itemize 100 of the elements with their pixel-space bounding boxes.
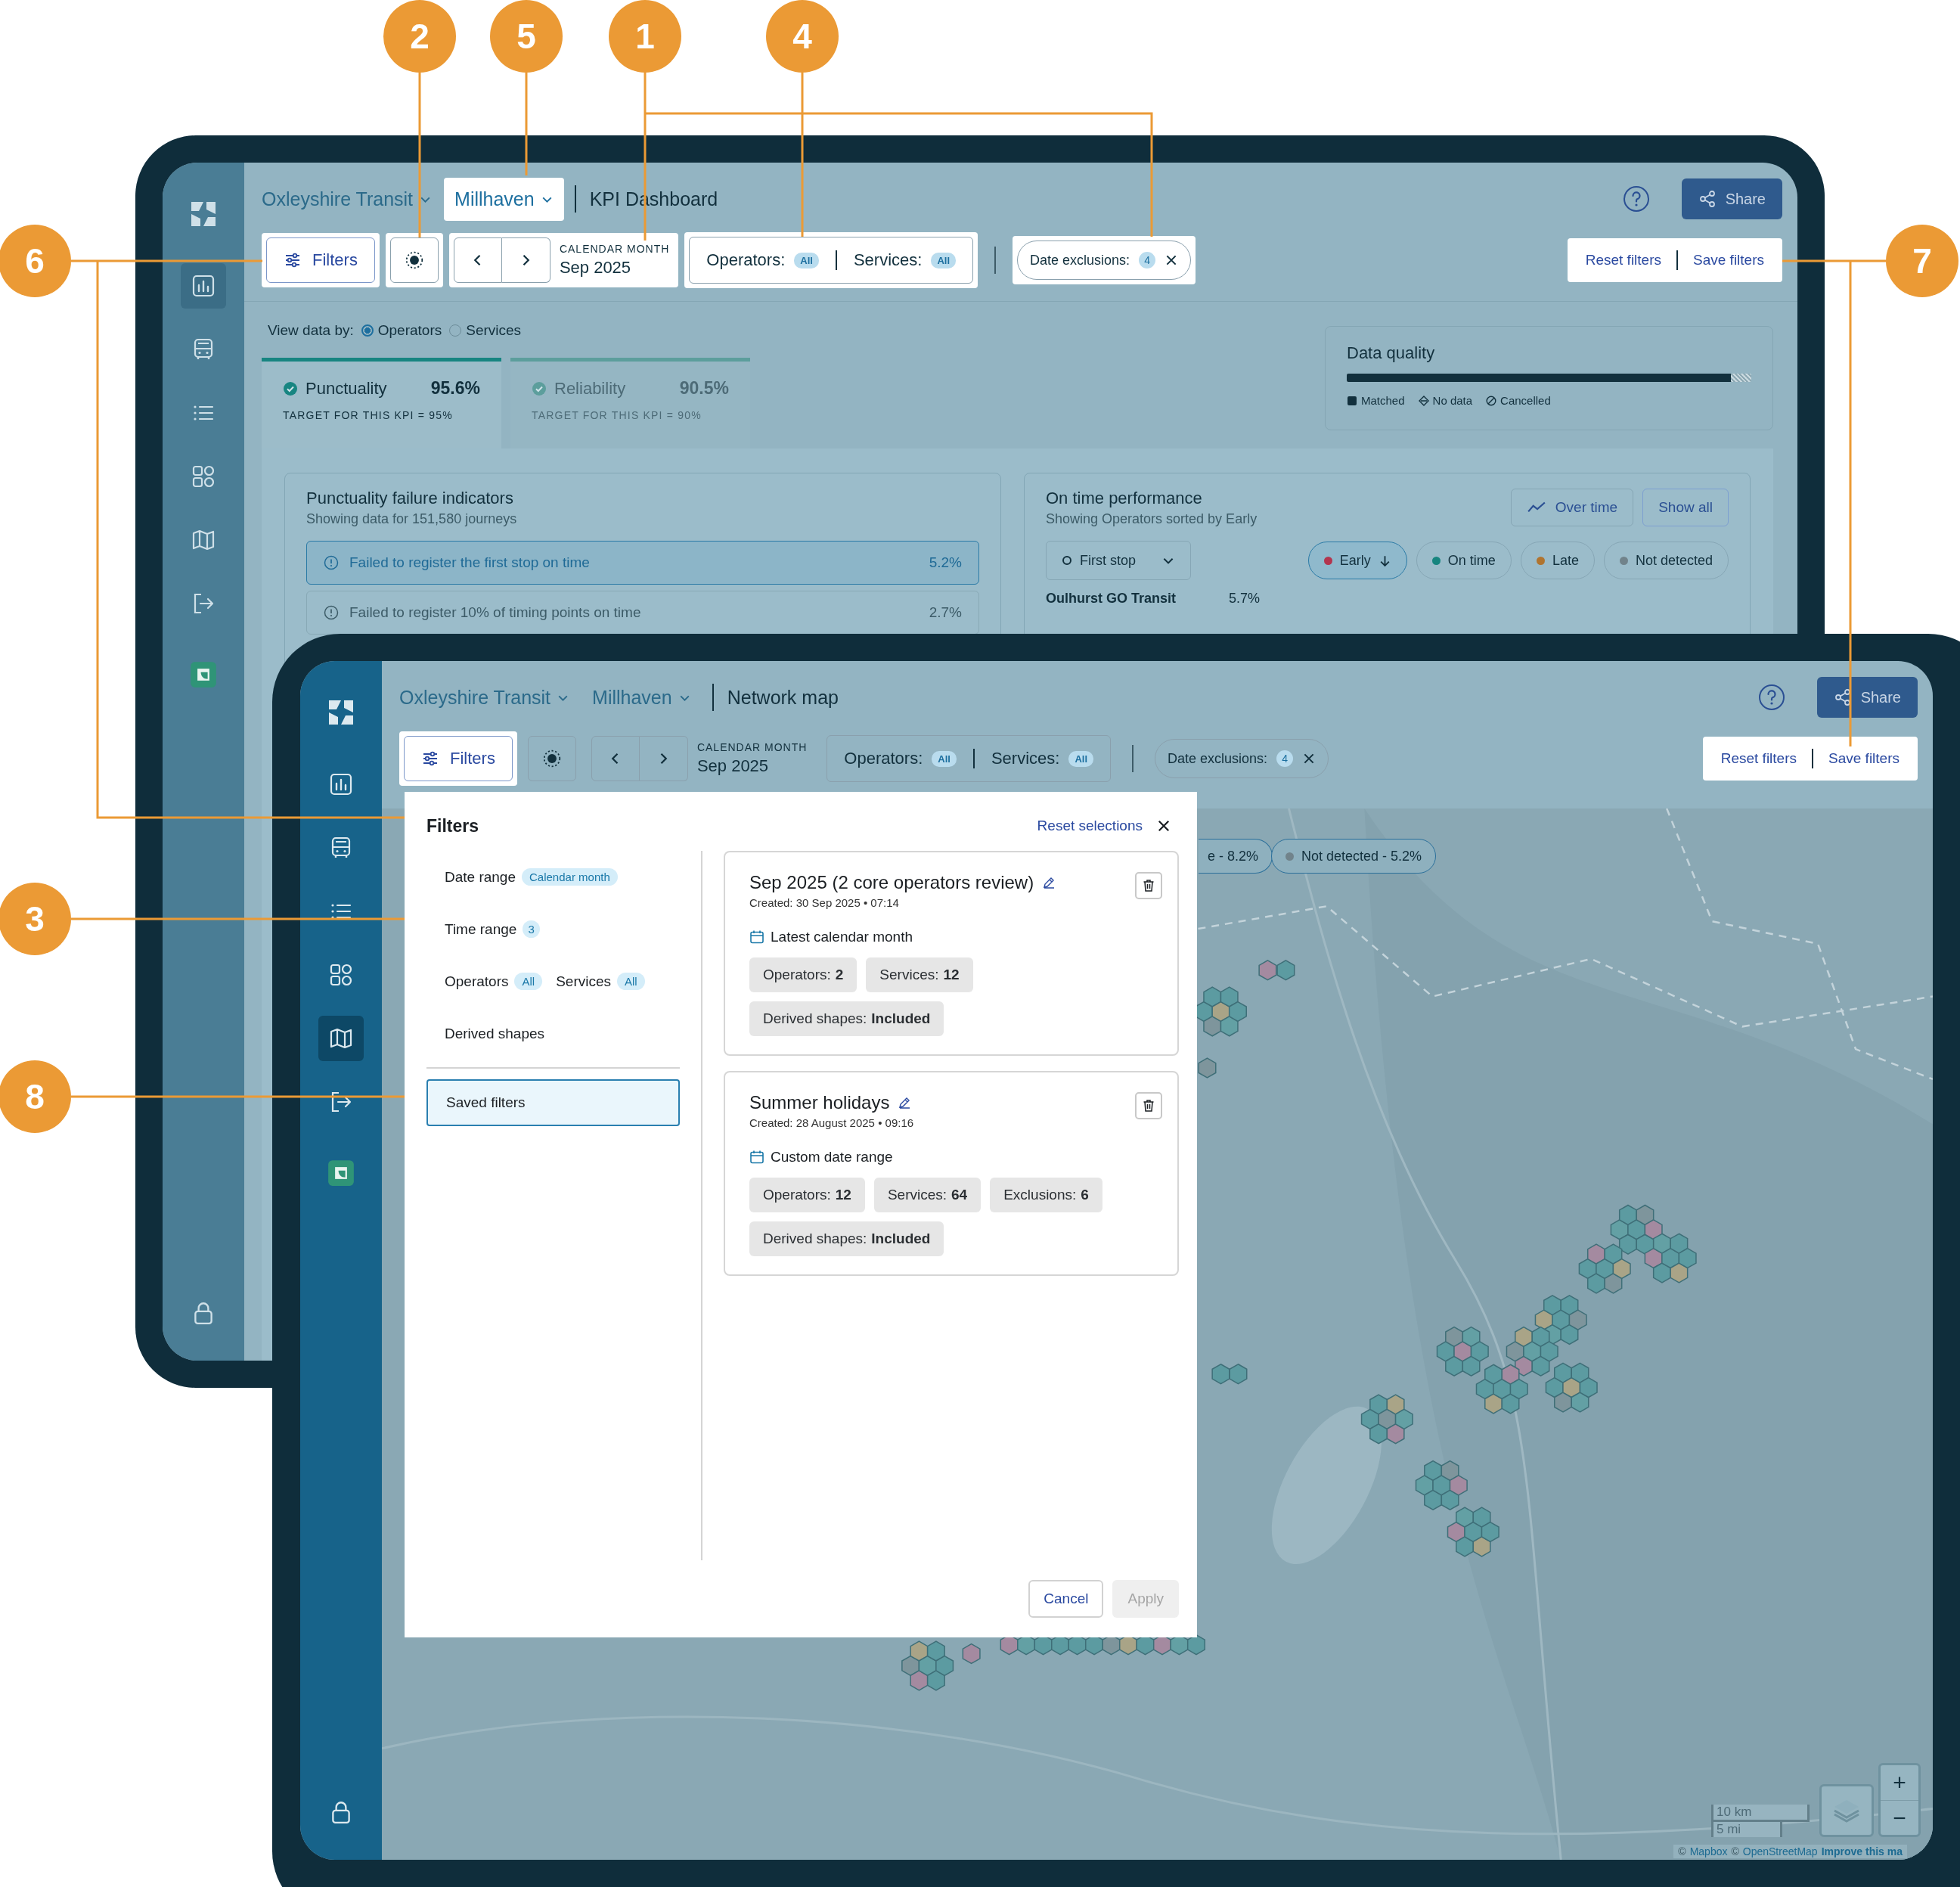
show-all-button[interactable]: Show all [1642, 489, 1729, 526]
operators-badge: All [932, 750, 957, 767]
check-circle-icon [283, 380, 298, 396]
reset-filters-link[interactable]: Reset filters [1577, 246, 1669, 275]
save-filters-link[interactable]: Save filters [1686, 246, 1772, 275]
services-badge: All [931, 252, 957, 268]
callout-badge: 5 [490, 0, 563, 73]
period-value: Sep 2025 [696, 756, 770, 776]
filter-tag: Services: 12 [866, 957, 973, 992]
filter-nav-item[interactable]: Services All [550, 967, 645, 996]
zoom-out-button[interactable]: − [1881, 1800, 1918, 1835]
callout-badge: 7 [1886, 225, 1958, 297]
filter-nav-item[interactable]: Operators All [426, 967, 543, 996]
reset-selections-link[interactable]: Reset selections [1034, 815, 1146, 837]
card-title: Data quality [1347, 343, 1436, 363]
value-badge: All [514, 973, 543, 990]
radio-button[interactable]: Operators [361, 322, 442, 339]
calendar-icon [749, 930, 764, 945]
date-mode: Custom date range [771, 1149, 893, 1165]
share-button[interactable]: Share [1681, 178, 1782, 219]
scope-selector[interactable]: Operators: All Services: All [689, 237, 974, 284]
prohibited-icon [1486, 395, 1497, 406]
map-icon [191, 528, 216, 552]
area-selector[interactable]: Millhaven [444, 177, 564, 221]
share-icon [1698, 190, 1717, 208]
delete-button[interactable] [1135, 1092, 1162, 1119]
app-tile-icon [327, 1159, 355, 1187]
kpi-name: Punctuality [305, 378, 388, 399]
nav-button[interactable] [318, 1016, 364, 1061]
diamond-icon [1418, 395, 1429, 406]
panel-title: Filters [426, 815, 479, 836]
operator-value: 5.7% [1229, 591, 1261, 607]
copyright-text: © [1678, 1845, 1686, 1858]
theme-toggle-button[interactable] [527, 736, 576, 781]
filter-nav-item[interactable]: Derived shapes [426, 1019, 545, 1048]
callout-badge: 3 [0, 883, 71, 955]
kpi-tab[interactable]: Punctuality 95.6% TARGET FOR THIS KPI = 95% [262, 358, 501, 448]
card-title: Punctuality failure indicators [306, 489, 514, 508]
date-mode: Latest calendar month [771, 929, 913, 945]
help-icon[interactable] [1622, 185, 1650, 213]
save-filters-link[interactable]: Save filters [1821, 744, 1907, 773]
legend-label: Matched [1361, 394, 1405, 407]
scale-label: 10 km [1711, 1805, 1810, 1822]
indicator-label: Failed to register 10% of timing points on time [349, 604, 641, 621]
filters-button[interactable]: Filters [266, 237, 375, 283]
filter-nav-item[interactable]: Time range 3 [426, 914, 540, 944]
legend-chip[interactable]: Not detected - 5.2% [1271, 839, 1437, 874]
saved-filter-name: Sep 2025 (2 core operators review) [749, 872, 1034, 893]
kpi-value: 90.5% [679, 378, 729, 399]
close-icon[interactable] [1156, 818, 1171, 833]
reset-filters-link[interactable]: Reset filters [1713, 744, 1804, 773]
legend-label: Cancelled [1500, 394, 1551, 407]
calendar-icon [749, 1150, 764, 1165]
indicator-label: Failed to register the first stop on time [349, 554, 590, 571]
callout-badge: 1 [609, 0, 681, 73]
area-name: Millhaven [454, 188, 535, 210]
cancel-button[interactable]: Cancel [1028, 1580, 1104, 1618]
callout-badge: 2 [383, 0, 456, 73]
category-pill[interactable]: Early [1307, 542, 1407, 579]
alert-icon [324, 555, 339, 570]
alert-icon [324, 605, 339, 620]
nav-button[interactable] [181, 263, 226, 309]
card-subtitle: Showing Operators sorted by Early [1046, 511, 1258, 527]
filter-tag: Derived shapes: Included [749, 1001, 944, 1036]
next-button[interactable] [501, 237, 550, 283]
operators-badge: All [794, 252, 819, 268]
bar-chart-icon [329, 772, 353, 796]
saved-filter-name: Summer holidays [749, 1092, 890, 1113]
over-time-button[interactable]: Over time [1510, 489, 1634, 526]
services-badge: All [1068, 750, 1094, 767]
kpi-value: 95.6% [430, 378, 480, 399]
services-label: Services: [991, 749, 1060, 768]
delete-button[interactable] [1135, 872, 1162, 899]
zoom-in-button[interactable]: + [1881, 1765, 1918, 1800]
share-button[interactable]: Share [1816, 677, 1918, 718]
created-date: Created: 28 August 2025 • 09:16 [749, 1116, 914, 1129]
app-tile-icon [190, 661, 217, 688]
filter-tag: Derived shapes: Included [749, 1221, 944, 1256]
filter-nav-item[interactable]: Saved filters [426, 1079, 680, 1126]
filter-nav-item[interactable]: Date range Calendar month [426, 862, 618, 892]
operators-label: Operators: [706, 250, 786, 270]
indicator-value: 2.7% [929, 604, 962, 621]
scope-selector[interactable]: Operators: All Services: All [826, 735, 1112, 782]
radio-circle[interactable] [361, 324, 374, 337]
callout-badge: 4 [766, 0, 839, 73]
radio-button[interactable]: Services [449, 322, 522, 339]
created-date: Created: 30 Sep 2025 • 07:14 [749, 896, 900, 909]
shapes-grid-icon [329, 963, 353, 987]
filter-tag: Operators: 12 [749, 1178, 865, 1212]
filter-tag: Operators: 2 [749, 957, 858, 992]
sun-icon [541, 749, 562, 768]
kpi-target: TARGET FOR THIS KPI = 95% [283, 409, 454, 421]
check-circle-icon [532, 380, 547, 396]
radio-label: Services [466, 322, 522, 339]
filters-button[interactable]: Filters [404, 736, 513, 781]
help-icon[interactable] [1757, 684, 1785, 711]
stop-select[interactable]: First stop [1046, 541, 1191, 580]
previous-button[interactable] [453, 237, 502, 283]
theme-toggle-button[interactable] [389, 237, 439, 283]
legend-chip[interactable]: e - 8.2% [1199, 839, 1273, 874]
